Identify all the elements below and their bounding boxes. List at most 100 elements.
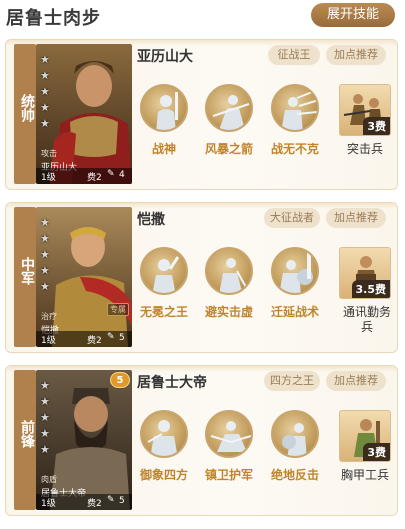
star-icon: ★ [40, 232, 50, 245]
feather-icon: ✎ [107, 332, 115, 342]
title-tag[interactable]: 征战王 [268, 45, 320, 65]
skill-name: 风暴之箭 [204, 142, 253, 156]
star-rating: ★ ★ ★ ★ ★ [40, 52, 52, 132]
title-tag[interactable]: 大征战者 [264, 208, 320, 228]
skill-icon [271, 410, 319, 458]
title-tag[interactable]: 四方之王 [264, 371, 320, 391]
role-label: 前锋 [19, 420, 35, 448]
unit-card[interactable]: 3.5费 通讯勤务兵 [339, 247, 391, 335]
skill-icon [140, 84, 188, 132]
star-icon: ★ [40, 427, 50, 440]
hero-type: 治疗 [41, 312, 57, 321]
hero-portrait[interactable]: ★ ★ ★ ★ ★ 攻击 亚历山大 1级 费2 ✎ 4 [36, 44, 132, 184]
hero-portrait[interactable]: 5 ★ ★ ★ ★ ★ 肉盾 居鲁士大帝 1级 费2 ✎ 5 [36, 370, 132, 510]
role-column: 前锋 [14, 370, 36, 510]
star-icon: ★ [40, 216, 50, 229]
star-rating: ★ ★ ★ ★ ★ [40, 378, 52, 458]
star-icon: ★ [40, 117, 50, 130]
hero-extra: 5 [119, 333, 125, 343]
recommend-points-button[interactable]: 加点推荐 [326, 208, 386, 228]
role-label: 统帅 [19, 94, 35, 122]
skill[interactable]: 镇卫护军 [204, 410, 254, 483]
skill-icon [271, 84, 319, 132]
exclusive-badge: 专属 [107, 303, 129, 316]
skill[interactable]: 战无不克 [270, 84, 320, 157]
star-icon: ★ [40, 264, 50, 277]
unit-name: 突击兵 [346, 142, 383, 156]
unit-image: 3费 [339, 410, 391, 462]
star-rating: ★ ★ ★ ★ ★ [40, 215, 52, 295]
hero-card: 前锋 5 ★ ★ ★ ★ ★ 肉盾 居鲁士大帝 1级 费2 ✎ 5 居鲁士大帝 … [5, 365, 398, 516]
star-icon: ★ [40, 280, 50, 293]
skill-name: 避实击虚 [204, 305, 253, 319]
skill[interactable]: 战神 [139, 84, 189, 157]
skill-icon [140, 247, 188, 295]
hero-card: 统帅 ★ ★ ★ ★ ★ 攻击 亚历山大 1级 费2 ✎ 4 亚历山大 征战王 … [5, 39, 398, 190]
star-icon: ★ [40, 395, 50, 408]
skill-name: 御象四方 [139, 468, 188, 482]
star-icon: ★ [40, 443, 50, 456]
unit-name: 胸甲工兵 [340, 468, 389, 482]
hero-extra: 4 [119, 170, 125, 180]
hero-name: 亚历山大 [137, 49, 193, 65]
star-icon: ★ [40, 53, 50, 66]
unit-cost: 3.5费 [351, 280, 390, 298]
hero-type: 肉盾 [41, 475, 57, 484]
skill[interactable]: 避实击虚 [204, 247, 254, 320]
skill-icon [205, 84, 253, 132]
skill[interactable]: 无冕之王 [139, 247, 189, 320]
hero-type: 攻击 [41, 149, 57, 158]
skill-name: 无冕之王 [139, 305, 188, 319]
recommend-points-button[interactable]: 加点推荐 [326, 371, 386, 391]
unit-card[interactable]: 3费 突击兵 [339, 84, 391, 157]
skill[interactable]: 绝地反击 [270, 410, 320, 483]
skill-name: 镇卫护军 [204, 468, 253, 482]
feather-icon: ✎ [107, 495, 115, 505]
awakened-badge: 5 [110, 372, 130, 388]
hero-cost: 费2 [87, 336, 102, 346]
skill[interactable]: 风暴之箭 [204, 84, 254, 157]
skill-icon [205, 247, 253, 295]
hero-extra: 5 [119, 496, 125, 506]
unit-image: 3费 [339, 84, 391, 136]
unit-card[interactable]: 3费 胸甲工兵 [339, 410, 391, 483]
hero-card: 中军 ★ ★ ★ ★ ★ 专属 治疗 恺撒 1级 费2 ✎ 5 恺撒 大征战者 … [5, 202, 398, 353]
header: 居鲁士肉步 展开技能 [0, 0, 405, 32]
star-icon: ★ [40, 101, 50, 114]
star-icon: ★ [40, 379, 50, 392]
skill-name: 战神 [151, 142, 176, 156]
skill[interactable]: 迁延战术 [270, 247, 320, 320]
star-icon: ★ [40, 85, 50, 98]
skill-icon [271, 247, 319, 295]
skill-name: 战无不克 [270, 142, 319, 156]
unit-cost: 3费 [363, 443, 390, 461]
skill-icon [140, 410, 188, 458]
role-column: 中军 [14, 207, 36, 347]
recommend-points-button[interactable]: 加点推荐 [326, 45, 386, 65]
star-icon: ★ [40, 411, 50, 424]
unit-name: 通讯勤务兵 [342, 305, 391, 334]
hero-level: 1级 [41, 173, 56, 183]
skill-name: 绝地反击 [270, 468, 319, 482]
star-icon: ★ [40, 248, 50, 261]
hero-level: 1级 [41, 336, 56, 346]
hero-stat-bar: 1级 费2 ✎ 4 [36, 168, 132, 184]
hero-stat-bar: 1级 费2 ✎ 5 [36, 331, 132, 347]
hero-level: 1级 [41, 499, 56, 509]
role-column: 统帅 [14, 44, 36, 184]
skill-name: 迁延战术 [270, 305, 319, 319]
hero-portrait[interactable]: ★ ★ ★ ★ ★ 专属 治疗 恺撒 1级 费2 ✎ 5 [36, 207, 132, 347]
hero-cost: 费2 [87, 173, 102, 183]
skill[interactable]: 御象四方 [139, 410, 189, 483]
skill-icon [205, 410, 253, 458]
unit-image: 3.5费 [339, 247, 391, 299]
page-title: 居鲁士肉步 [6, 8, 101, 29]
feather-icon: ✎ [107, 169, 115, 179]
expand-skills-button[interactable]: 展开技能 [311, 3, 395, 27]
star-icon: ★ [40, 69, 50, 82]
role-label: 中军 [19, 257, 35, 285]
hero-cost: 费2 [87, 499, 102, 509]
hero-name: 恺撒 [137, 212, 165, 228]
unit-cost: 3费 [363, 117, 390, 135]
hero-name: 居鲁士大帝 [137, 375, 207, 391]
